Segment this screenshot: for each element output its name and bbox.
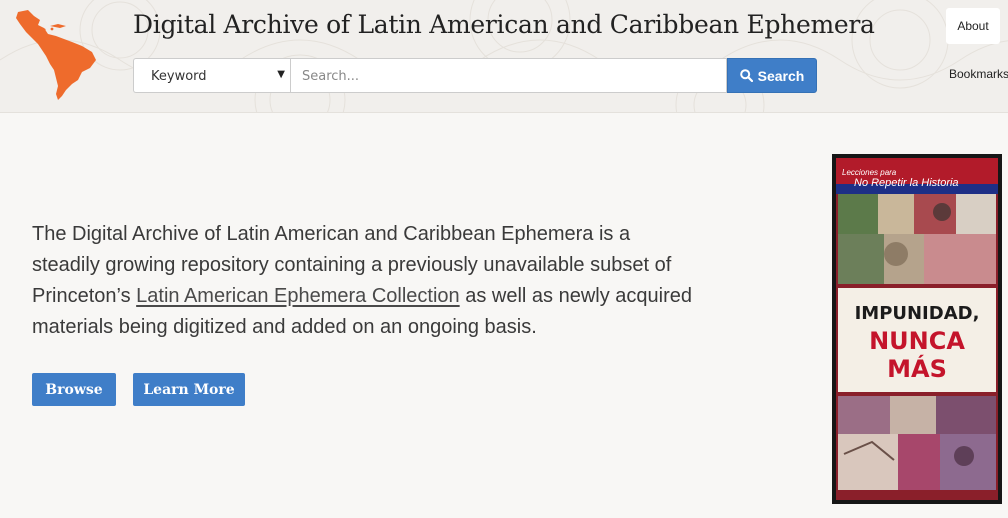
- learn-more-button[interactable]: Learn More: [133, 373, 245, 406]
- caret-down-icon: ▼: [277, 69, 285, 80]
- poster-headline-3: MÁS: [887, 354, 947, 383]
- latin-america-map-logo[interactable]: [10, 8, 100, 103]
- search-icon: [739, 69, 753, 82]
- search-input[interactable]: Search...: [290, 58, 727, 93]
- featured-poster-image[interactable]: Lecciones para No Repetir la Historia IM…: [832, 154, 1002, 504]
- search-field-selected: Keyword: [151, 69, 207, 84]
- intro-paragraph: The Digital Archive of Latin American an…: [32, 219, 692, 343]
- poster-top-line-1: Lecciones para: [842, 168, 897, 177]
- search-button[interactable]: Search: [727, 58, 817, 93]
- nav-about-link[interactable]: About: [946, 8, 1000, 44]
- poster-headline-2: NUNCA: [869, 327, 965, 355]
- search-placeholder: Search...: [302, 69, 360, 84]
- site-header: Digital Archive of Latin American and Ca…: [0, 0, 1008, 113]
- ephemera-collection-link[interactable]: Latin American Ephemera Collection: [136, 285, 460, 307]
- search-button-label: Search: [757, 67, 805, 84]
- search-field-select[interactable]: Keyword ▼: [133, 58, 290, 93]
- search-form: Keyword ▼ Search... Search: [133, 58, 817, 93]
- poster-photo-collage-bottom: [838, 396, 996, 490]
- poster-top-line-2: No Repetir la Historia: [854, 177, 959, 189]
- poster-photo-collage-top: [838, 194, 996, 284]
- browse-button[interactable]: Browse: [32, 373, 116, 406]
- nav-bookmarks-link[interactable]: Bookmarks: [949, 67, 1008, 81]
- poster-artwork: Lecciones para No Repetir la Historia IM…: [832, 154, 1002, 504]
- poster-headline-1: IMPUNIDAD,: [855, 303, 980, 324]
- site-title[interactable]: Digital Archive of Latin American and Ca…: [133, 10, 875, 39]
